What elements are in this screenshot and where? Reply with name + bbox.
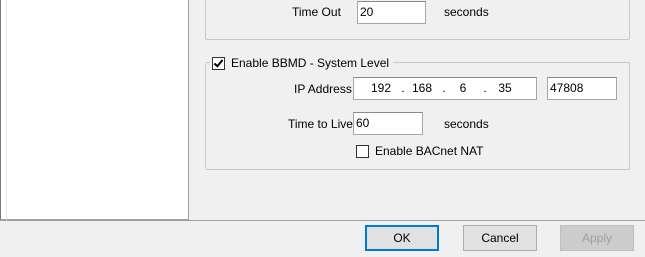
ip-octet-1: 192 [370, 81, 392, 95]
ip-address-label: IP Address [294, 82, 352, 96]
bacnet-nat-checkbox[interactable] [356, 144, 369, 158]
ip-address-input[interactable]: 192 . 168 . 6 . 35 [353, 77, 537, 100]
time-to-live-label: Time to Live [288, 117, 353, 131]
property-page: Time Out 20 seconds Enable BBMD - System… [190, 0, 645, 220]
apply-button[interactable]: Apply [560, 225, 634, 251]
bbmd-enable-checkbox-row[interactable]: Enable BBMD - System Level [210, 55, 394, 71]
tree-pane[interactable] [0, 0, 189, 220]
ip-octet-3: 6 [459, 81, 467, 95]
bacnet-nat-label: Enable BACnet NAT [375, 144, 484, 158]
dialog-separator [0, 220, 645, 221]
ip-dot-1: . [401, 81, 405, 95]
ip-dot-3: . [483, 81, 487, 95]
ok-button[interactable]: OK [365, 225, 439, 251]
timeout-label: Time Out [292, 5, 341, 19]
bbmd-group: Enable BBMD - System Level IP Address 19… [205, 55, 630, 170]
cancel-button[interactable]: Cancel [463, 225, 537, 251]
timeout-input[interactable]: 20 [357, 1, 426, 24]
timeout-group: Time Out 20 seconds [205, 0, 630, 40]
udp-port-input[interactable]: 47808 [547, 77, 617, 100]
bbmd-enable-label: Enable BBMD - System Level [231, 56, 390, 70]
time-to-live-input[interactable]: 60 [353, 112, 423, 135]
ip-octet-4: 35 [498, 81, 512, 95]
bacnet-nat-checkbox-row[interactable]: Enable BACnet NAT [356, 144, 484, 158]
time-to-live-unit-label: seconds [444, 117, 489, 131]
bbmd-enable-checkbox[interactable] [212, 56, 225, 70]
ip-dot-2: . [442, 81, 446, 95]
timeout-unit-label: seconds [444, 5, 489, 19]
ip-octet-2: 168 [411, 81, 433, 95]
